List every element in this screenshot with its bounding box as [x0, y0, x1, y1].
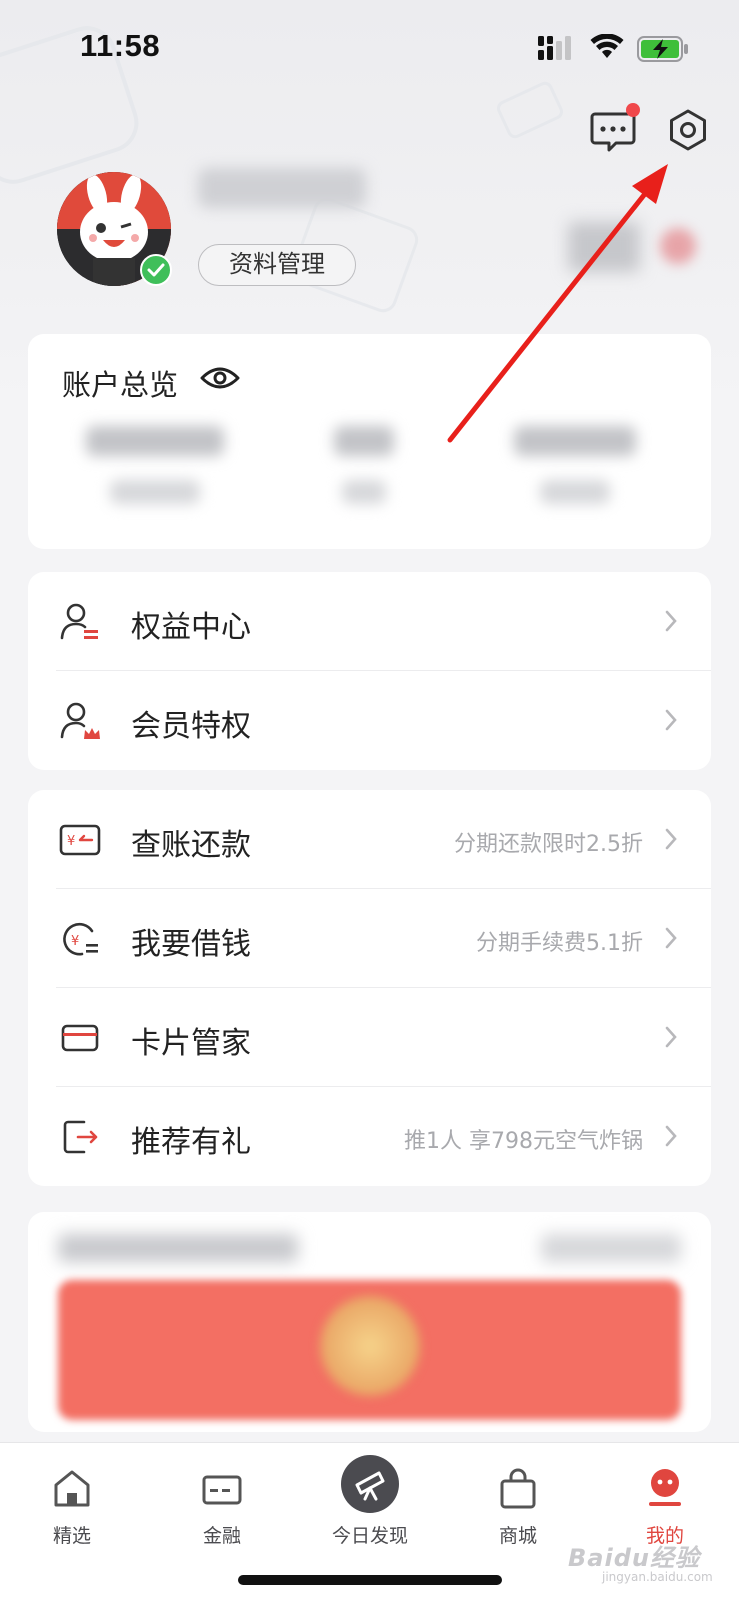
borrow-money-icon: ¥	[63, 922, 98, 956]
profile-management-button[interactable]: 资料管理	[198, 244, 356, 286]
chevron-right-icon	[665, 1125, 677, 1147]
member-badge-blurred	[568, 222, 640, 272]
verified-check-icon	[140, 254, 172, 286]
tab-label: 精选	[52, 1525, 91, 1547]
menu-label: 查账还款	[131, 828, 251, 863]
menu-row-borrow-money[interactable]: ¥ 我要借钱 分期手续费5.1折	[28, 889, 711, 988]
user-card-icon	[60, 603, 98, 640]
username-blurred	[198, 168, 366, 208]
telescope-icon	[341, 1455, 399, 1513]
chevron-right-icon	[665, 709, 677, 731]
menu-row-benefits-center[interactable]: 权益中心	[28, 572, 711, 671]
promo-card-blurred[interactable]	[28, 1212, 711, 1432]
svg-text:¥: ¥	[67, 834, 75, 849]
menu-row-bill-repay[interactable]: ¥ 查账还款 分期还款限时2.5折	[28, 790, 711, 889]
overview-label-blurred	[110, 480, 200, 504]
profile-face-icon	[649, 1469, 681, 1506]
promo-coin-blurred	[320, 1296, 420, 1396]
menu-row-member-privileges[interactable]: 会员特权	[28, 671, 711, 770]
status-bar: 11:58	[0, 0, 739, 100]
chevron-right-icon	[665, 927, 677, 949]
overview-value-blurred	[334, 426, 394, 456]
card-icon	[61, 1024, 99, 1052]
menu-label: 权益中心	[131, 610, 251, 645]
battery-charging-icon	[637, 36, 688, 62]
watermark-url: jingyan.baidu.com	[602, 1570, 713, 1584]
tab-mall[interactable]: 商城	[468, 1465, 568, 1548]
finance-card-icon	[202, 1475, 242, 1505]
svg-text:¥: ¥	[71, 934, 79, 949]
menu-row-card-manager[interactable]: 卡片管家	[28, 988, 711, 1087]
unread-dot	[626, 103, 640, 117]
overview-value-blurred	[514, 426, 636, 456]
chevron-right-icon	[665, 1026, 677, 1048]
status-time: 11:58	[80, 28, 161, 63]
menu-hint: 推1人 享798元空气炸锅	[404, 1129, 643, 1154]
tab-discover[interactable]: 今日发现	[320, 1455, 420, 1548]
member-badge-blurred	[660, 228, 696, 264]
benefits-card: 权益中心 会员特权	[28, 572, 711, 770]
shopping-bag-icon	[500, 1468, 536, 1509]
share-exit-icon	[63, 1120, 98, 1154]
menu-row-referral[interactable]: 推荐有礼 推1人 享798元空气炸锅	[28, 1087, 711, 1186]
overview-value-blurred	[86, 426, 224, 456]
tab-home[interactable]: 精选	[22, 1465, 122, 1548]
eye-icon[interactable]	[200, 364, 240, 392]
overview-label-blurred	[342, 480, 386, 504]
chevron-right-icon	[665, 828, 677, 850]
menu-hint: 分期手续费5.1折	[476, 931, 643, 956]
user-crown-icon	[60, 702, 100, 739]
tab-label: 商城	[498, 1525, 537, 1547]
menu-label: 卡片管家	[131, 1026, 251, 1061]
menu-label: 我要借钱	[131, 927, 251, 962]
tab-finance[interactable]: 金融	[172, 1465, 272, 1548]
overview-title: 账户总览	[62, 368, 179, 402]
settings-button[interactable]	[666, 108, 710, 152]
menu-label: 会员特权	[131, 709, 251, 744]
home-indicator	[238, 1575, 502, 1585]
overview-label-blurred	[540, 480, 610, 504]
watermark-brand: Baidu经验	[568, 1544, 700, 1572]
cellular-signal-icon	[538, 36, 571, 60]
account-overview-card: 账户总览	[28, 334, 711, 549]
tab-label: 今日发现	[331, 1525, 408, 1547]
wifi-icon	[590, 34, 624, 58]
promo-title-blurred	[58, 1234, 298, 1262]
chevron-right-icon	[665, 610, 677, 632]
finance-card: ¥ 查账还款 分期还款限时2.5折 ¥ 我要借钱 分期手续费5.1折 卡片管家	[28, 790, 711, 1186]
tab-label: 金融	[202, 1525, 241, 1547]
menu-hint: 分期还款限时2.5折	[454, 832, 643, 857]
menu-label: 推荐有礼	[131, 1125, 251, 1160]
tab-profile[interactable]: 我的	[615, 1465, 715, 1548]
bill-repay-icon: ¥	[59, 824, 101, 856]
home-icon	[54, 1470, 90, 1507]
promo-link-blurred	[541, 1234, 681, 1262]
